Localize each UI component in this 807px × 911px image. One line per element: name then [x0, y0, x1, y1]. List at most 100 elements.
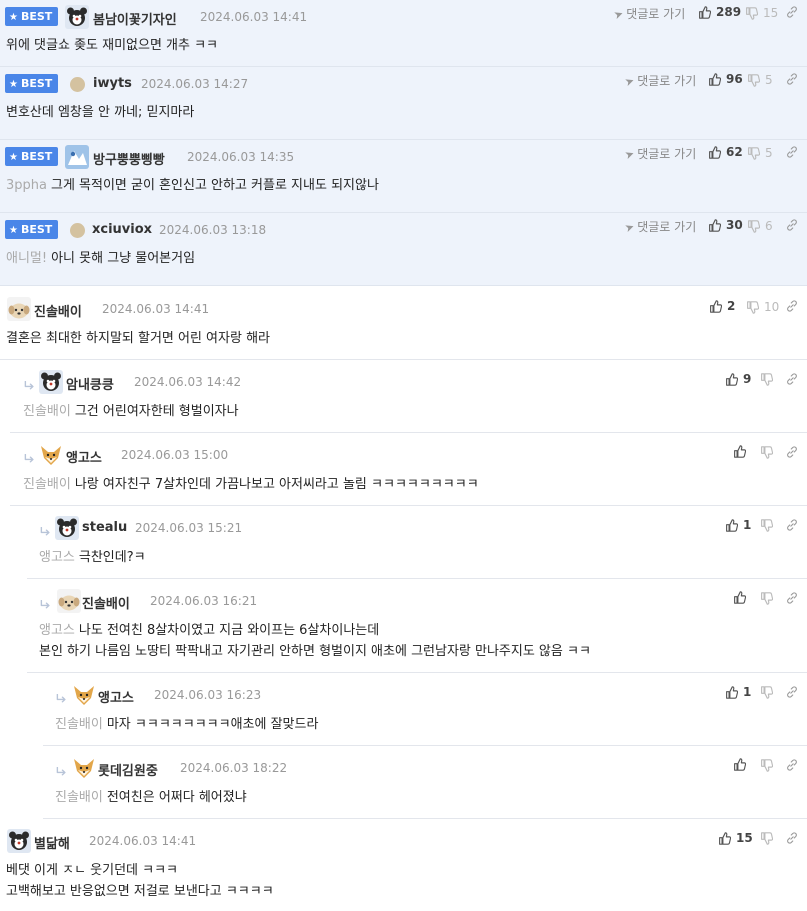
comment-author[interactable]: 진솔배이 [34, 301, 82, 320]
downvote-button[interactable] [760, 686, 778, 699]
upvote-count: 1 [743, 685, 752, 699]
reply-mention[interactable]: 진솔배이 [23, 404, 71, 419]
comment-date: 2024.06.03 14:27 [141, 77, 249, 91]
comment-text: 결혼은 최대한 하지말되 할거면 어린 여자랑 해라 [6, 331, 270, 346]
downvote-button[interactable]: 5 [747, 73, 773, 87]
thumbs-down-icon [760, 373, 773, 386]
send-arrow-icon: ➤ [612, 6, 626, 23]
share-link-icon[interactable] [786, 592, 798, 604]
downvote-button[interactable]: 15 [745, 6, 778, 20]
comment-body-line: 결혼은 최대한 하지말되 할거면 어린 여자랑 해라 [6, 328, 270, 349]
goto-comment-link[interactable]: ➤댓글로 가기 [623, 218, 696, 235]
comment-date: 2024.06.03 15:00 [121, 448, 229, 462]
downvote-button[interactable] [760, 519, 778, 532]
comment-item: 진솔배이 2024.06.03 14:41 2 10 결혼은 최대한 하지말되 할거면 … [0, 287, 807, 360]
downvote-button[interactable]: 10 [746, 300, 779, 314]
comment-author[interactable]: 별닮해 [34, 833, 70, 852]
avatar [55, 516, 79, 540]
downvote-button[interactable] [760, 592, 778, 605]
avatar [65, 145, 89, 169]
comment-body-line: 진솔배이 마자 ㅋㅋㅋㅋㅋㅋㅋㅋ애초에 잘맞드라 [55, 714, 318, 735]
upvote-button[interactable]: 15 [718, 831, 753, 845]
comment-date: 2024.06.03 16:21 [150, 594, 258, 608]
comment-author[interactable]: 봄남이꽃기자인 [93, 9, 177, 28]
comment-author[interactable]: 앵고스 [98, 687, 134, 706]
downvote-button[interactable] [760, 373, 778, 386]
comment-body-line: 앵고스 나도 전여친 8살차이였고 지금 와이프는 6살차이나는데 [39, 620, 379, 641]
share-link-icon[interactable] [786, 373, 798, 385]
share-link-icon[interactable] [786, 219, 798, 231]
thumbs-up-icon [718, 832, 731, 845]
avatar [72, 756, 96, 780]
upvote-button[interactable]: 96 [708, 72, 743, 86]
comment-author[interactable]: xciuviox [92, 222, 152, 237]
share-link-icon[interactable] [786, 832, 798, 844]
star-icon: ★ [9, 12, 18, 23]
avatar [7, 829, 31, 853]
goto-comment-link[interactable]: ➤댓글로 가기 [623, 145, 697, 162]
upvote-count: 15 [736, 831, 753, 845]
share-link-icon[interactable] [786, 73, 798, 85]
avatar [65, 5, 89, 29]
star-icon: ★ [9, 152, 18, 163]
upvote-button[interactable]: 30 [708, 218, 743, 232]
upvote-button[interactable] [733, 445, 751, 458]
comment-author[interactable]: 롯데김원중 [98, 760, 158, 779]
downvote-button[interactable]: 5 [747, 146, 773, 160]
comment-text: 그건 어린여자한테 형벌이자나 [74, 404, 239, 419]
best-badge-label: BEST [20, 223, 53, 236]
avatar [70, 77, 85, 92]
reply-mention[interactable]: 앵고스 [39, 623, 75, 638]
comment-author[interactable]: 진솔배이 [82, 593, 130, 612]
downvote-button[interactable] [760, 832, 778, 845]
share-link-icon[interactable] [786, 6, 798, 18]
goto-comment-link[interactable]: ➤댓글로 가기 [612, 5, 685, 23]
share-link-icon[interactable] [786, 146, 798, 158]
upvote-button[interactable]: 2 [709, 299, 735, 313]
comment-text: 위에 댓글쇼 좆도 재미없으면 개추 ㅋㅋ [6, 38, 219, 53]
comment-text: 극찬인데?ㅋ [78, 550, 146, 565]
thumbs-up-icon [708, 73, 721, 86]
comment-author[interactable]: stealu [82, 520, 127, 535]
upvote-button[interactable] [733, 591, 751, 604]
downvote-button[interactable] [760, 759, 778, 772]
reply-mention[interactable]: 3ppha [6, 178, 47, 193]
comment-author[interactable]: iwyts [93, 76, 132, 91]
comment-author[interactable]: 앵고스 [66, 447, 102, 466]
upvote-button[interactable]: 62 [708, 145, 743, 159]
comment-text: 아니 못해 그냥 물어본거임 [51, 251, 196, 266]
reply-mention[interactable]: 애니멀! [6, 251, 47, 266]
reply-mention[interactable]: 진솔배이 [55, 790, 103, 805]
comment-item: 앵고스 2024.06.03 15:00 진솔배이 나랑 여자친구 7살차인데 가끔나… [10, 433, 807, 506]
upvote-button[interactable]: 9 [725, 372, 751, 386]
share-link-icon[interactable] [786, 446, 798, 458]
comment-author[interactable]: 암내킁킁 [66, 374, 114, 393]
upvote-button[interactable] [733, 758, 751, 771]
comment-item: ★ BEST 봄남이꽃기자인 2024.06.03 14:41 ➤댓글로 가기 289 15… [0, 0, 807, 67]
upvote-button[interactable]: 289 [698, 5, 741, 19]
downvote-button[interactable] [760, 446, 778, 459]
share-link-icon[interactable] [786, 300, 798, 312]
goto-comment-label: 댓글로 가기 [637, 147, 697, 161]
thumbs-down-icon [747, 147, 760, 160]
share-link-icon[interactable] [786, 759, 798, 771]
comment-item: ★ BEST 방구뿡뿡삥빵 2024.06.03 14:35 ➤댓글로 가기 62 5 3pp… [0, 140, 807, 213]
upvote-button[interactable]: 1 [725, 685, 751, 699]
thumbs-up-icon [708, 219, 721, 232]
reply-mention[interactable]: 진솔배이 [55, 717, 103, 732]
share-link-icon[interactable] [786, 519, 798, 531]
upvote-button[interactable]: 1 [725, 518, 751, 532]
share-link-icon[interactable] [786, 686, 798, 698]
comment-author[interactable]: 방구뿡뿡삥빵 [93, 149, 165, 168]
downvote-button[interactable]: 6 [747, 219, 773, 233]
upvote-count: 30 [726, 218, 743, 232]
comment-text: 베댓 이게 ㅈㄴ 웃기던데 ㅋㅋㅋ [6, 863, 179, 878]
comment-body-line: 베댓 이게 ㅈㄴ 웃기던데 ㅋㅋㅋ [6, 860, 178, 881]
goto-comment-link[interactable]: ➤댓글로 가기 [623, 72, 696, 89]
reply-mention[interactable]: 앵고스 [39, 550, 75, 565]
comment-body-line: 고백해보고 반응없으면 저걸로 보낸다고 ㅋㅋㅋㅋ [6, 881, 274, 902]
reply-mention[interactable]: 진솔배이 [23, 477, 71, 492]
avatar [70, 223, 85, 238]
reply-indicator-icon [24, 454, 35, 464]
comment-date: 2024.06.03 18:22 [180, 761, 288, 775]
